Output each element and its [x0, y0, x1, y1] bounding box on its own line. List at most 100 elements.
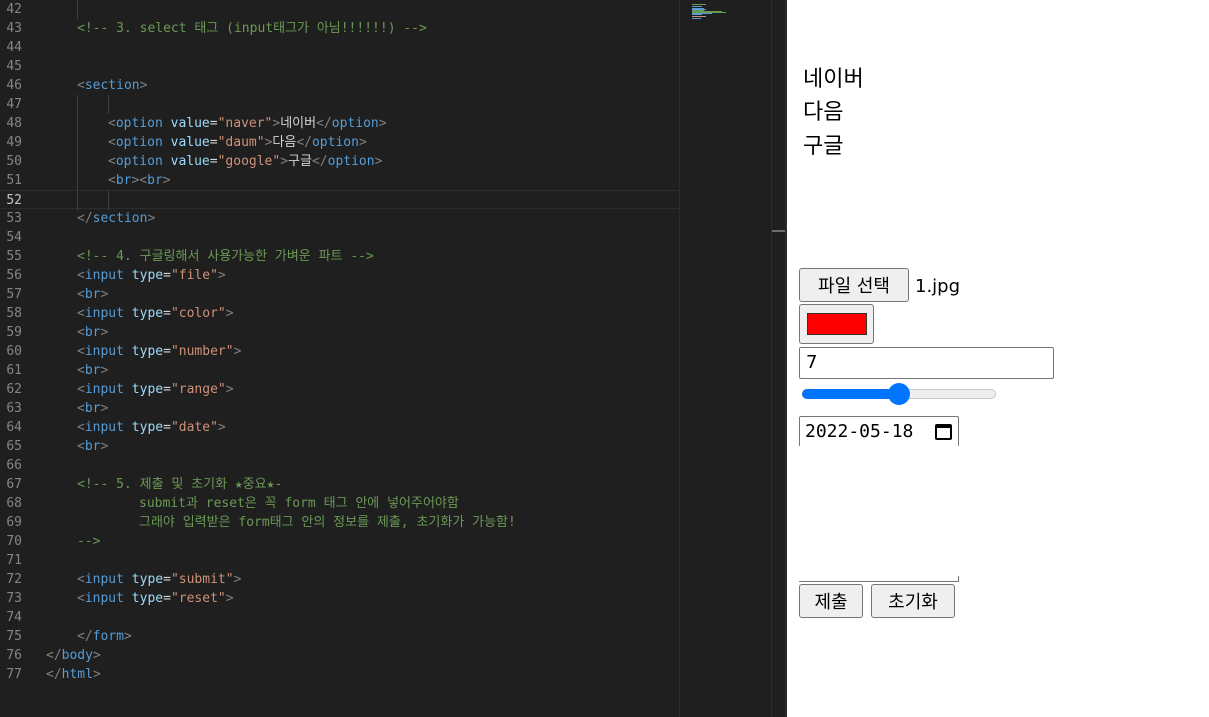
code-text: </form>: [77, 627, 132, 646]
indent-guide: [77, 133, 78, 152]
token-bracket: >: [217, 420, 226, 435]
code-line[interactable]: 73 <input type="reset">: [0, 589, 679, 608]
code-line[interactable]: 49 <option value="daum">다음</option>: [0, 133, 679, 152]
code-line[interactable]: 52: [0, 190, 679, 210]
code-line[interactable]: 63 <br>: [0, 399, 679, 418]
indent-guide: [77, 191, 78, 210]
line-number: 52: [6, 193, 22, 208]
code-line[interactable]: 65 <br>: [0, 437, 679, 456]
indent-guide: [108, 191, 109, 210]
date-picker-edge: [799, 576, 959, 582]
token-bracket: >: [225, 382, 234, 397]
token-bracket: >: [358, 135, 367, 150]
code-text: 그래야 입력받은 form태그 안의 정보를 제출, 초기화가 가능함!: [139, 513, 516, 532]
number-input[interactable]: 7: [799, 347, 1054, 379]
code-text: <br>: [77, 323, 108, 342]
code-line[interactable]: 70 -->: [0, 532, 679, 551]
token-tag: section: [84, 78, 140, 93]
code-line[interactable]: 45: [0, 57, 679, 76]
code-text: <input type="date">: [77, 418, 226, 437]
token-bracket: </: [77, 211, 93, 226]
indent-guide: [77, 0, 78, 19]
code-line[interactable]: 71: [0, 551, 679, 570]
reset-button[interactable]: 초기화: [871, 584, 955, 618]
token-bracket: >: [233, 572, 242, 587]
code-line[interactable]: 57 <br>: [0, 285, 679, 304]
token-str: "naver": [217, 116, 273, 131]
code-text: <option value="naver">네이버</option>: [108, 114, 387, 133]
minimap[interactable]: [679, 0, 771, 717]
code-line[interactable]: 48 <option value="naver">네이버</option>: [0, 114, 679, 133]
code-line[interactable]: 64 <input type="date">: [0, 418, 679, 437]
date-input[interactable]: 2022-05-18: [799, 416, 959, 446]
line-number: 50: [6, 154, 22, 169]
token-bracket: </: [316, 116, 332, 131]
code-line[interactable]: 51 <br><br>: [0, 171, 679, 190]
code-line[interactable]: 59 <br>: [0, 323, 679, 342]
color-picker-button[interactable]: [799, 304, 874, 344]
code-line[interactable]: 66: [0, 456, 679, 475]
code-line[interactable]: 69 그래야 입력받은 form태그 안의 정보를 제출, 초기화가 가능함!: [0, 513, 679, 532]
code-line[interactable]: 60 <input type="number">: [0, 342, 679, 361]
minimap-row: [692, 6, 702, 7]
token-tag: option: [115, 154, 163, 169]
code-line[interactable]: 67 <!-- 5. 제출 및 초기화 ★중요★-: [0, 475, 679, 494]
code-line[interactable]: 54: [0, 228, 679, 247]
token-bracket: </: [296, 135, 312, 150]
token-tag: option: [331, 116, 379, 131]
token-str: "reset": [170, 591, 226, 606]
code-line[interactable]: 68 submit과 reset은 꼭 form 태그 안에 넣어주어야함: [0, 494, 679, 513]
code-line[interactable]: 42: [0, 0, 679, 19]
token-bracket: >: [374, 154, 383, 169]
code-text: </html>: [46, 665, 101, 684]
token-bracket: <: [108, 173, 116, 188]
file-choose-button[interactable]: 파일 선택: [799, 268, 909, 302]
token-tag: form: [92, 629, 124, 644]
code-line[interactable]: 53 </section>: [0, 209, 679, 228]
line-number: 62: [6, 382, 22, 397]
code-line[interactable]: 55 <!-- 4. 구글링해서 사용가능한 가벼운 파트 -->: [0, 247, 679, 266]
code-line[interactable]: 61 <br>: [0, 361, 679, 380]
token-text: =: [163, 420, 171, 435]
line-number: 51: [6, 173, 22, 188]
code-text: <!-- 4. 구글링해서 사용가능한 가벼운 파트 -->: [77, 247, 374, 266]
code-line[interactable]: 44: [0, 38, 679, 57]
code-line[interactable]: 74: [0, 608, 679, 627]
browser-preview: 네이버 다음 구글 파일 선택 1.jpg 7 2022-05-18 제출 초기…: [787, 0, 1209, 717]
code-line[interactable]: 58 <input type="color">: [0, 304, 679, 323]
code-line[interactable]: 62 <input type="range">: [0, 380, 679, 399]
token-tag: br: [84, 287, 101, 302]
token-comment: -->: [77, 534, 101, 549]
line-number: 54: [6, 230, 22, 245]
code-line[interactable]: 47: [0, 95, 679, 114]
indent-guide: [77, 152, 78, 171]
token-comment: submit과 reset은 꼭 form 태그 안에 넣어주어야함: [139, 496, 459, 511]
code-line[interactable]: 77 </html>: [0, 665, 679, 684]
token-bracket: <: [77, 78, 85, 93]
token-tag: br: [115, 173, 132, 188]
token-bracket: >: [100, 287, 109, 302]
line-number: 55: [6, 249, 22, 264]
code-line[interactable]: 56 <input type="file">: [0, 266, 679, 285]
range-thumb[interactable]: [888, 383, 910, 405]
token-bracket: >: [280, 154, 289, 169]
minimap-row: [692, 14, 702, 15]
token-tag: section: [92, 211, 148, 226]
line-number: 47: [6, 97, 22, 112]
code-line[interactable]: 75 </form>: [0, 627, 679, 646]
code-text: <br>: [77, 361, 108, 380]
code-text: <section>: [77, 76, 147, 95]
code-line[interactable]: 46 <section>: [0, 76, 679, 95]
code-line[interactable]: 76 </body>: [0, 646, 679, 665]
code-line[interactable]: 50 <option value="google">구글</option>: [0, 152, 679, 171]
calendar-icon[interactable]: [935, 424, 952, 440]
code-line[interactable]: 43 <!-- 3. select 태그 (input태그가 아님!!!!!!) …: [0, 19, 679, 38]
code-editor[interactable]: 42 43 <!-- 3. select 태그 (input태그가 아님!!!!!!…: [0, 0, 679, 717]
range-slider[interactable]: [802, 383, 996, 405]
code-line[interactable]: 72 <input type="submit">: [0, 570, 679, 589]
submit-button[interactable]: 제출: [799, 584, 863, 618]
